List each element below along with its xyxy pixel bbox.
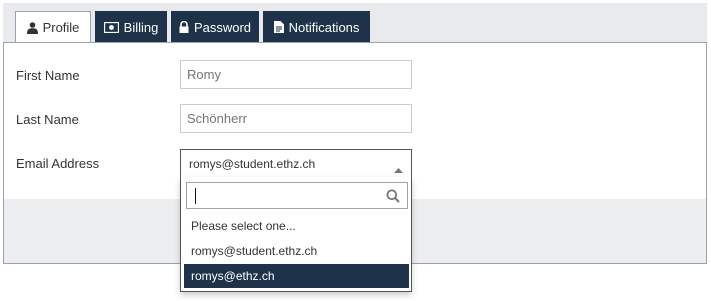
money-icon — [103, 21, 119, 33]
tab-label: Billing — [123, 19, 159, 35]
user-icon — [26, 21, 38, 34]
tab-billing[interactable]: Billing — [95, 11, 167, 43]
search-icon — [386, 189, 400, 206]
last-name-label: Last Name — [16, 112, 79, 127]
dropdown-option[interactable]: romys@student.ethz.ch — [184, 239, 409, 263]
first-name-label: First Name — [16, 68, 80, 83]
tab-bar: Profile Billing Password Notifications — [3, 3, 707, 44]
text-cursor — [195, 188, 196, 204]
email-select[interactable]: romys@student.ethz.ch — [180, 149, 412, 178]
tab-profile[interactable]: Profile — [15, 11, 91, 44]
tab-label: Notifications — [288, 19, 360, 35]
email-label: Email Address — [16, 156, 100, 171]
lock-icon — [179, 21, 189, 33]
tab-label: Password — [193, 19, 252, 35]
dropdown-option[interactable]: Please select one... — [184, 214, 409, 238]
last-name-input[interactable] — [180, 104, 412, 133]
first-name-input[interactable] — [180, 60, 412, 89]
document-icon — [273, 21, 284, 33]
caret-up-icon — [394, 161, 403, 176]
email-dropdown: Please select one... romys@student.ethz.… — [180, 177, 412, 292]
dropdown-search-input[interactable] — [186, 182, 408, 209]
dropdown-option-highlighted[interactable]: romys@ethz.ch — [184, 264, 409, 288]
email-selected-value: romys@student.ethz.ch — [189, 157, 316, 171]
tab-label: Profile — [42, 20, 80, 35]
tab-password[interactable]: Password — [171, 11, 259, 43]
tab-notifications[interactable]: Notifications — [263, 11, 370, 43]
